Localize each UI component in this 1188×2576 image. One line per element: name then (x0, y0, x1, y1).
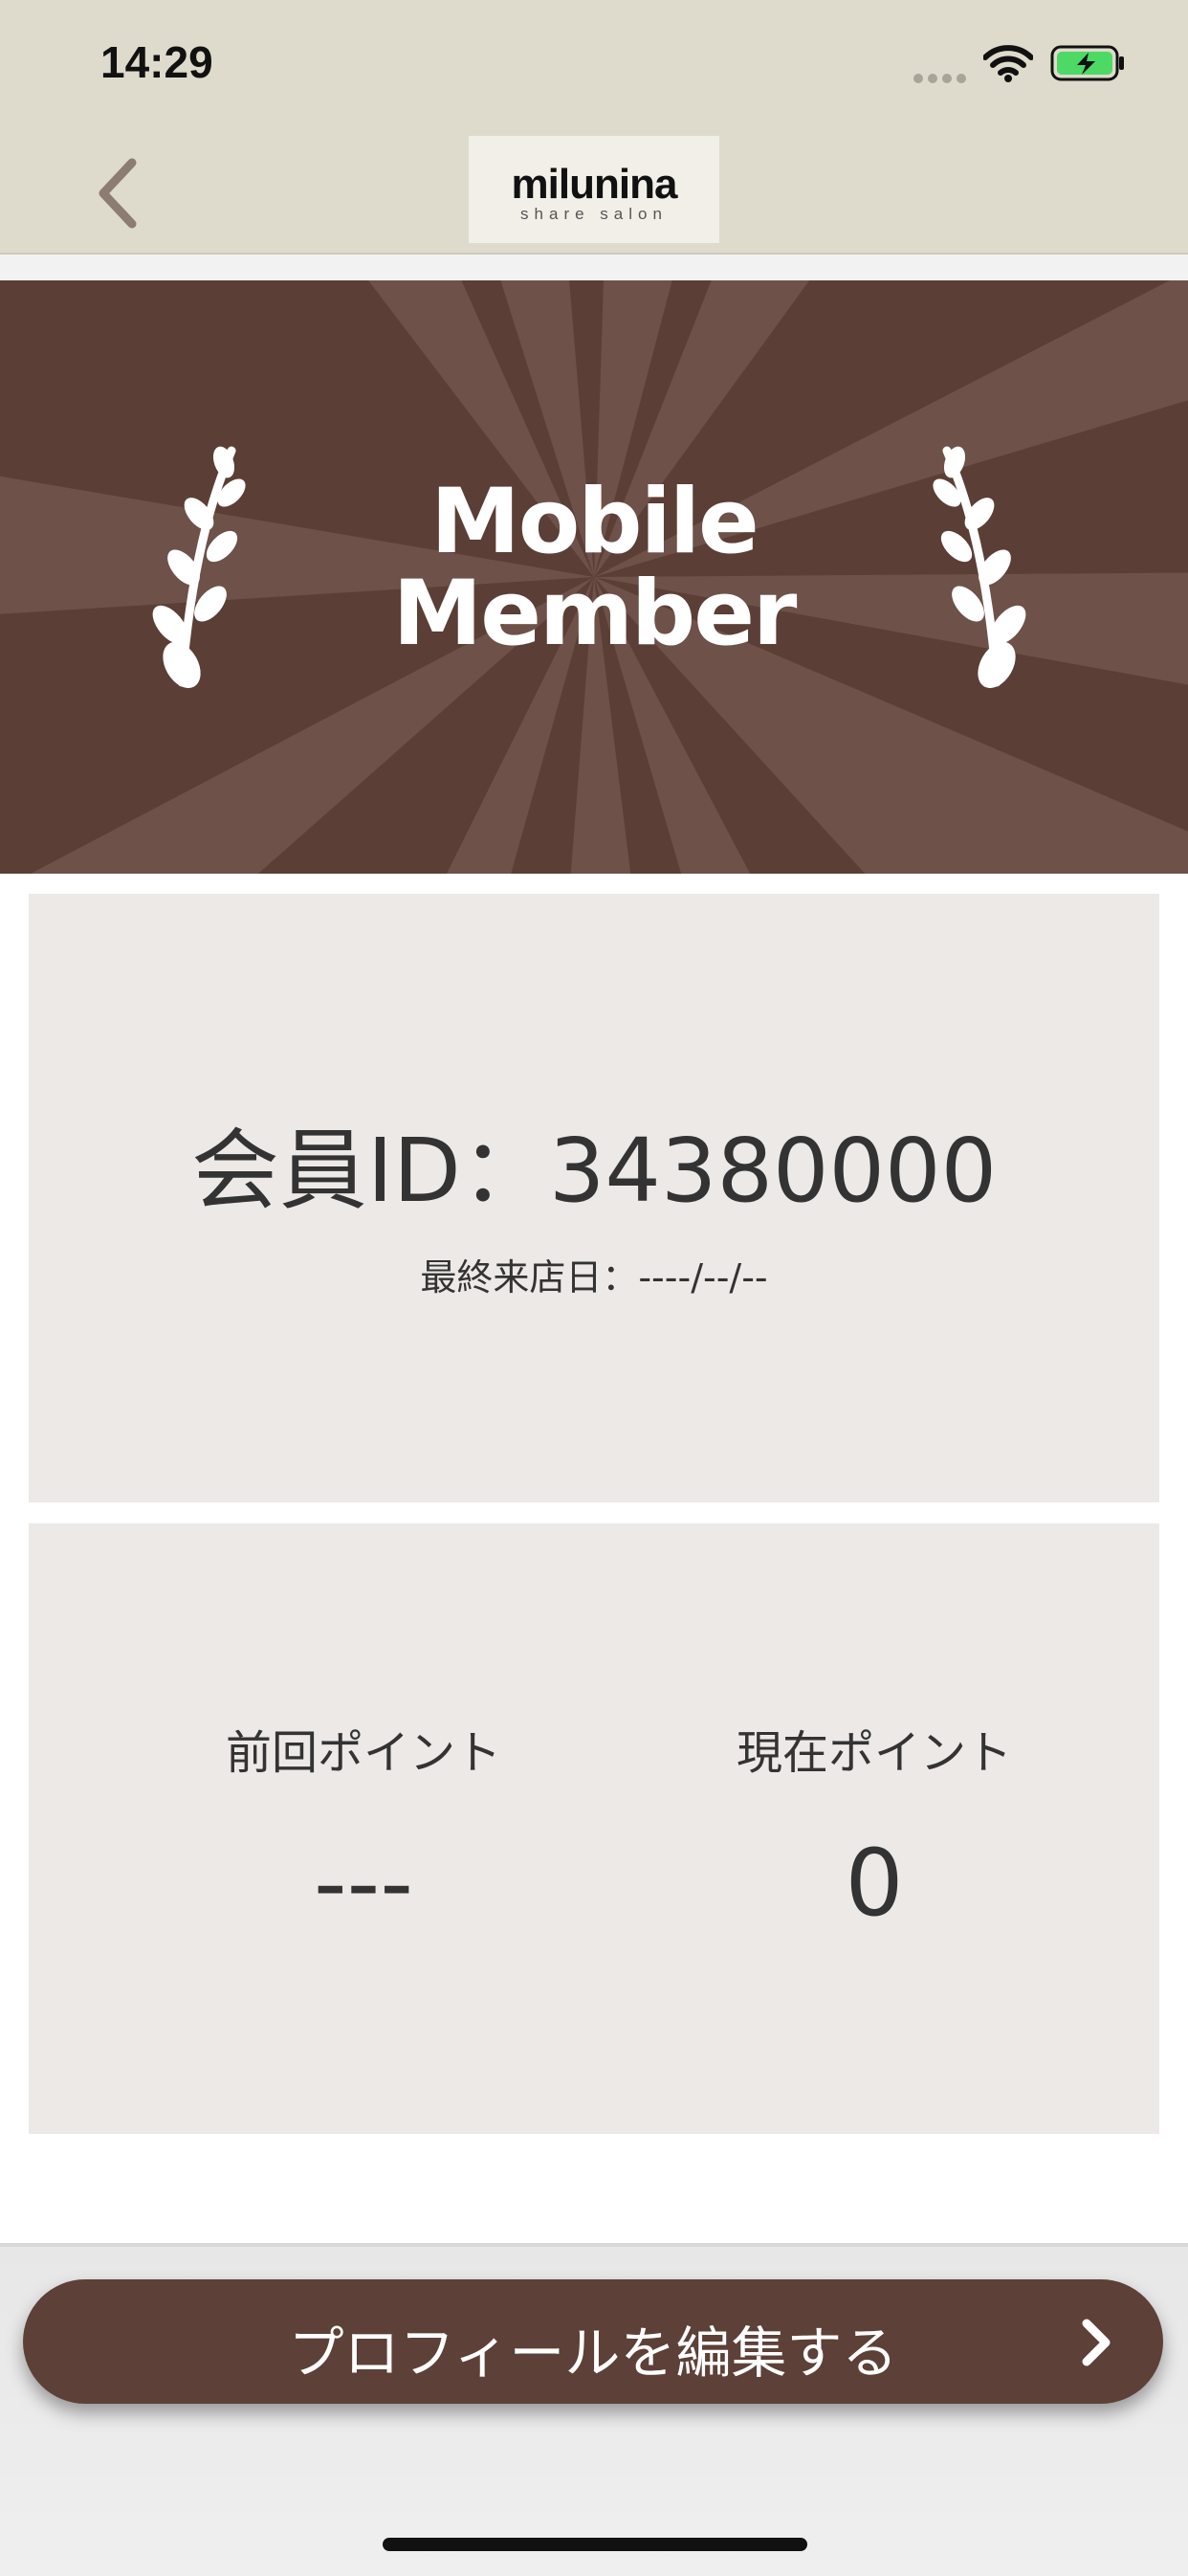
milunina-logo: milunina share salon (469, 136, 719, 243)
last-visit-date: 最終来店日：----/--/-- (420, 1256, 768, 1299)
status-time: 14:29 (100, 37, 213, 87)
footer-bar: プロフィールを編集する (0, 2243, 1188, 2576)
logo-subtext: share salon (520, 205, 668, 223)
previous-points-label: 前回ポイント (225, 1726, 501, 1780)
home-indicator[interactable] (383, 2538, 807, 2551)
chevron-right-icon (1082, 2319, 1111, 2366)
current-points-label: 現在ポイント (736, 1726, 1012, 1780)
mobile-member-banner: Mobile Member (0, 280, 1188, 874)
edit-profile-label: プロフィールを編集する (288, 2321, 898, 2386)
laurel-right-icon (933, 446, 1026, 689)
battery-charging-icon (1050, 45, 1124, 81)
points-card: 前回ポイント --- 現在ポイント 0 (29, 1523, 1159, 2134)
cellular-signal-icon (913, 69, 971, 87)
edit-profile-button[interactable]: プロフィールを編集する (23, 2279, 1163, 2404)
member-id: 会員ID：34380000 (190, 1120, 998, 1222)
wifi-icon (983, 45, 1033, 82)
header-divider (0, 255, 1188, 279)
back-chevron-icon[interactable] (86, 144, 153, 239)
navigation-bar: milunina share salon (0, 134, 1188, 255)
previous-points-value: --- (314, 1830, 413, 1937)
current-points-value: 0 (845, 1830, 904, 1937)
member-id-card: 会員ID：34380000 最終来店日：----/--/-- (29, 894, 1159, 1502)
status-bar: 14:29 (0, 0, 1188, 134)
logo-text: milunina (511, 161, 678, 208)
